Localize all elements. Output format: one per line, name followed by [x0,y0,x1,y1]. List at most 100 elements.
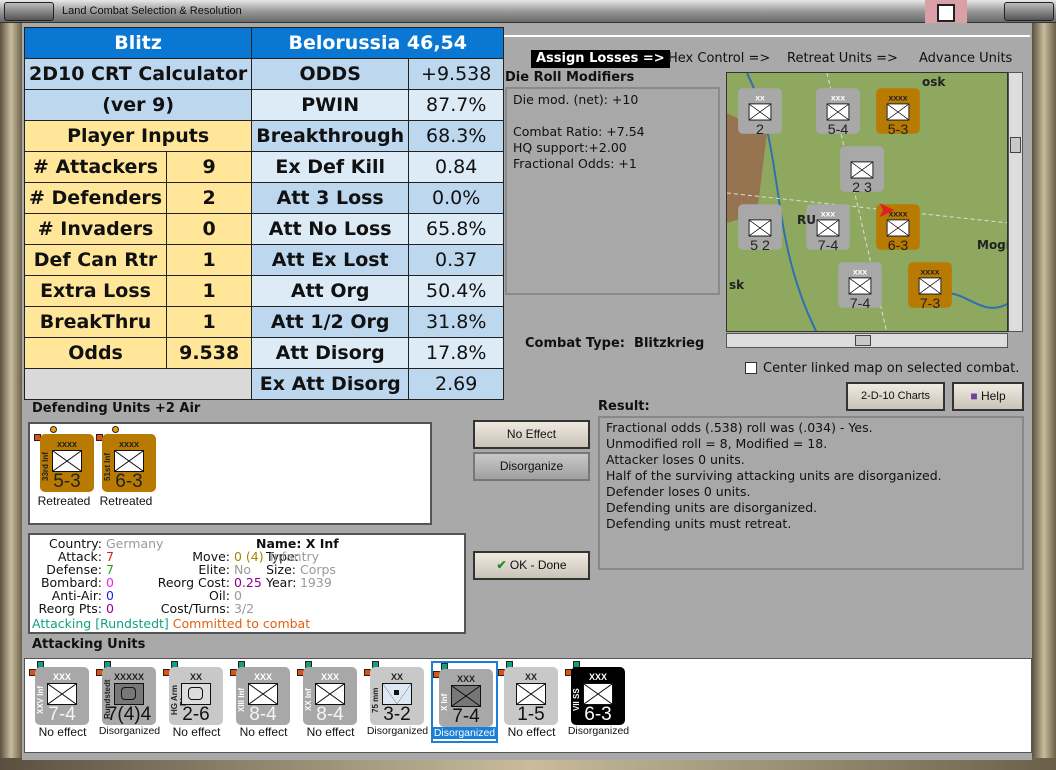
result-value: 65.8% [408,213,505,245]
ok-done-button[interactable]: ✔ OK - Done [473,551,590,580]
unit-name: VII SS [572,688,581,712]
modifier-line: Combat Ratio: +7.54 [513,124,645,139]
unit-counter[interactable]: 51st Inf xxxx 6-3 [102,434,156,492]
map-counter[interactable]: xxx 7-4 [838,262,882,312]
unit-name: X Inf [440,693,449,711]
map-vertical-scrollbar[interactable] [1008,72,1023,332]
attacking-unit[interactable]: VII SS XXX 6-3 Disorganized [565,661,632,743]
map-horizontal-scrollbar[interactable] [726,333,1008,348]
phase-tab[interactable]: Assign Losses => [531,50,670,68]
checkmark-icon: ✔ [496,558,507,572]
unit-name: XXV Inf [36,686,45,715]
unit-counter[interactable]: 75 mm XX 3-2 [370,667,424,725]
charts-button[interactable]: 2-D-10 Charts [846,382,945,411]
infantry-symbol-icon [748,219,772,237]
result-label: Att Org [251,275,410,307]
unit-status: No effect [38,725,87,739]
result-box: Fractional odds (.538) roll was (.034) -… [598,416,1024,570]
sheet-location: Belorussia 46,54 [251,27,505,59]
unit-symbol-icon [382,683,412,705]
map-label: osk [922,75,946,89]
unit-strength: 5 2 [750,237,770,254]
result-value: 0.0% [408,182,505,214]
unit-counter[interactable]: HG Arm Div XX 2-6 [169,667,223,725]
attacking-unit[interactable]: XX 1-5 No effect [498,661,565,743]
combat-type-value: Blitzkrieg [634,336,705,351]
result-line: Defender loses 0 units. [606,484,751,499]
attacking-unit[interactable]: XIII Inf XXX 8-4 No effect [230,661,297,743]
map-counter[interactable]: 2 3 [840,146,884,196]
input-value[interactable]: 1 [166,244,253,276]
phase-tab[interactable]: Hex Control => [663,50,775,68]
map-label: Mogil [977,238,1007,252]
unit-strength: 1-5 [517,704,545,725]
result-value: 87.7% [408,89,505,121]
empty-cell [23,368,253,400]
defending-unit[interactable]: 33rd Inf xxxx 5-3 Retreated [34,426,94,508]
unit-status: Retreated [37,494,91,508]
map-counter[interactable]: xxx 5-4 [816,88,860,138]
modifier-line: Fractional Odds: +1 [513,156,637,171]
unit-symbol-icon [315,683,345,705]
result-label: Att 1/2 Org [251,306,410,338]
map-counter[interactable]: xx 2 [738,88,782,138]
result-value: 0.84 [408,151,505,183]
defending-unit[interactable]: 51st Inf xxxx 6-3 Retreated [96,426,156,508]
attacking-unit[interactable]: XX Inf XXX 8-4 No effect [297,661,364,743]
unit-symbol-icon [516,683,546,705]
help-button[interactable]: ■ Help [952,382,1024,411]
info-year: Year: 1939 [266,575,332,590]
unit-symbol-icon [248,683,278,705]
input-value[interactable]: 1 [166,306,253,338]
no-effect-button[interactable]: No Effect [473,420,590,449]
phase-tab[interactable]: Advance Units [914,50,1017,68]
window-control-button[interactable] [1004,2,1054,21]
map-counter[interactable]: xxxx 5-3 [876,88,920,138]
attacking-units-box: XXV Inf XXX 7-4 No effect Rundstedt XXXX… [24,658,1032,753]
divider [504,35,1030,37]
map-counter[interactable]: 5 2 [738,204,782,254]
unit-counter[interactable]: X Inf XXX 7-4 [439,669,493,727]
unit-counter[interactable]: XX 1-5 [504,667,558,725]
input-value[interactable]: 1 [166,275,253,307]
map-counter[interactable]: xxx 7-4 [806,204,850,254]
disorganize-button[interactable]: Disorganize [473,452,590,481]
result-line: Defending units must retreat. [606,516,792,531]
unit-counter[interactable]: Rundstedt XXXXX 7(4)4 [102,667,156,725]
unit-strength: 5-4 [827,121,849,138]
unit-size: xxxx [888,92,908,103]
attacking-unit[interactable]: Rundstedt XXXXX 7(4)4 Disorganized [96,661,163,743]
center-map-checkbox[interactable] [745,362,757,374]
attacking-unit[interactable]: X Inf XXX 7-4 Disorganized [431,661,498,743]
unit-counter[interactable]: XIII Inf XXX 8-4 [236,667,290,725]
unit-symbol-icon [114,450,144,472]
unit-size [840,151,884,161]
linked-map[interactable]: xx 2 xxx 5-4 xxxx 5-3 2 3 5 2 xxx 7-4 xxxx 6-3 xxx 7-… [726,72,1008,332]
input-value[interactable]: 9 [166,151,253,183]
map-counter[interactable]: xxxx 7-3 [908,262,952,312]
attacking-unit[interactable]: HG Arm Div XX 2-6 No effect [163,661,230,743]
input-value[interactable]: 2 [166,182,253,214]
modifier-line: HQ support:+2.00 [513,140,627,155]
unit-status: No effect [306,725,355,739]
attacking-unit[interactable]: 75 mm XX 3-2 Disorganized [364,661,431,743]
infantry-symbol-icon [748,103,772,121]
modifier-line: Die mod. (net): +10 [513,92,639,107]
center-map-checkbox-row[interactable]: Center linked map on selected combat. [745,361,1019,376]
title-bar: Land Combat Selection & Resolution [0,0,1056,23]
unit-strength: 7-3 [919,295,941,312]
input-value[interactable]: 9.538 [166,337,253,369]
infantry-symbol-icon [886,103,910,121]
unit-counter[interactable]: VII SS XXX 6-3 [571,667,625,725]
phase-tab[interactable]: Retreat Units => [782,50,903,68]
unit-counter[interactable]: XX Inf XXX 8-4 [303,667,357,725]
info-status: Attacking [Rundstedt] Committed to comba… [32,616,311,631]
result-line: Attacker loses 0 units. [606,452,745,467]
unit-counter[interactable]: XXV Inf XXX 7-4 [35,667,89,725]
attacking-unit[interactable]: XXV Inf XXX 7-4 No effect [29,661,96,743]
input-value[interactable]: 0 [166,213,253,245]
attacking-title: Attacking Units [32,637,146,652]
crt-calculator-sheet: Blitz Belorussia 46,54 2D10 CRT Calculator… [23,27,505,400]
unit-counter[interactable]: 33rd Inf xxxx 5-3 [40,434,94,492]
system-menu-button[interactable] [4,2,54,21]
